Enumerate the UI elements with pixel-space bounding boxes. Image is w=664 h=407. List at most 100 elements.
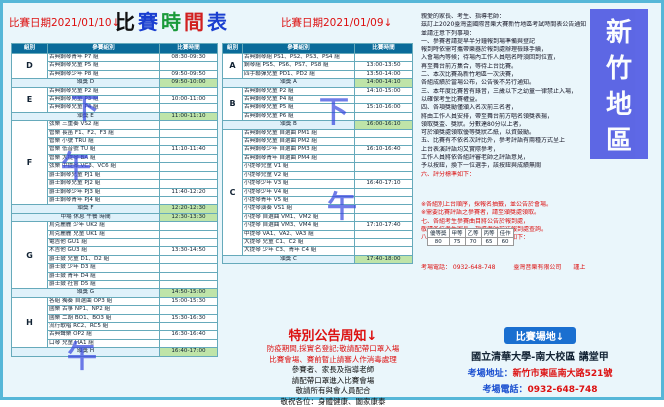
time-cell: [160, 339, 218, 347]
category-cell: 烏克麗麗 兒童 UK1 組: [48, 230, 160, 238]
time-cell: [160, 87, 218, 95]
time-cell: [160, 138, 218, 146]
time-cell: [160, 323, 218, 331]
category-cell: 古典鋼琴組 PS1、PS2、PS3、PS4 組: [243, 54, 355, 62]
category-cell: 古典鋼琴兒童 P5 組: [243, 104, 355, 112]
category-cell: 古典鋼琴兒童 自選曲 PM1 組: [243, 129, 355, 137]
time-cell: [355, 230, 413, 238]
table-row: 小提琴少年 V3 組16:40-17:10: [223, 180, 413, 188]
time-cell: [160, 272, 218, 280]
category-cell: 古典鋼琴少年 自選曲 PM3 組: [243, 146, 355, 154]
time-cell: 16:40-17:10: [355, 180, 413, 188]
score-grade: 丙等: [481, 229, 497, 238]
group-cell: G: [12, 222, 48, 289]
category-cell: 古典鋼琴兒童 P6 組: [243, 112, 355, 120]
category-cell: 爵士鋼琴青年 PJ4 組: [48, 196, 160, 204]
notice-line: 防疫期間,採實名登記;敬請配帶口罩入場: [255, 344, 411, 355]
title-char: 時: [161, 6, 184, 35]
date-right: 比賽日期2021/01/09↓: [281, 9, 392, 35]
category-cell: 古典鋼琴青年 自選曲 PM4 組: [243, 154, 355, 162]
category-cell: 口琴 兒童 HA1 組: [48, 339, 160, 347]
category-cell: 小提琴演奏 VS1 組: [243, 205, 355, 213]
award-time: 11:00-11:10: [160, 112, 218, 120]
phone-value: 0932-648-748: [527, 385, 597, 395]
award-label: 頒獎 A: [223, 79, 355, 87]
table-row: 小提琴 自選曲 VM3、VM4 組17:10-17:40: [223, 222, 413, 230]
time-cell: [355, 54, 413, 62]
category-cell: 國樂 古箏 NP1、NP2 組: [48, 306, 160, 314]
table-row: 小提琴兒童 V2 組: [223, 171, 413, 179]
time-cell: [355, 213, 413, 221]
notice-line: 請配帶口罩進入比賽會場: [255, 376, 411, 387]
table-row: B古典鋼琴兒童 P2 組14:10-15:00: [223, 87, 413, 95]
stamp-char: 地: [590, 87, 648, 123]
time-cell: [160, 280, 218, 288]
award-time: 14:50-15:00: [160, 289, 218, 297]
table-row: 大提琴 兒童 C1、C2 組: [223, 238, 413, 246]
award-row: 頒獎 H16:40-17:00: [12, 348, 218, 356]
time-cell: 16:10-16:40: [355, 146, 413, 154]
score-grade: 乙等: [465, 229, 481, 238]
time-cell: 13:30-14:50: [160, 247, 218, 255]
time-cell: [160, 154, 218, 162]
notice-item: 七、各組考生參賽曲目將公告於報到處，: [421, 218, 657, 226]
category-cell: 大提琴 兒童 C1、C2 組: [243, 238, 355, 246]
time-cell: [160, 180, 218, 188]
category-cell: 小提琴少年 V4 組: [243, 188, 355, 196]
time-cell: 17:10-17:40: [355, 222, 413, 230]
stamp-char: 新: [590, 15, 648, 51]
title-char: 比: [115, 6, 138, 35]
time-cell: [355, 163, 413, 171]
category-cell: 小提琴兒童 V2 組: [243, 171, 355, 179]
table-row: D古典鋼琴青年 P7 組08:30-09:30: [12, 54, 218, 62]
notice-item: 六、評分標準如下：: [421, 171, 657, 179]
time-cell: [160, 196, 218, 204]
group-cell: D: [12, 54, 48, 79]
score-standard-table: 優等獎甲等乙等丙等佳作8075706560: [427, 228, 514, 246]
time-cell: 08:30-09:30: [160, 54, 218, 62]
group-cell: H: [12, 297, 48, 347]
table-row: 小提琴演奏 VS1 組: [223, 205, 413, 213]
award-label: 頒獎 G: [12, 289, 160, 297]
table-row: 中提琴 VA1、VA2、VA3 組: [223, 230, 413, 238]
time-cell: [160, 62, 218, 70]
time-cell: [355, 196, 413, 204]
category-cell: 爵士鋼琴少年 PJ3 組: [48, 188, 160, 196]
score-value: 80: [428, 238, 450, 246]
award-row: 中場 休息 午餐 時間12:30-13:30: [12, 213, 218, 221]
group-cell: A: [223, 54, 243, 79]
notice-item: ※各組別上台順序，採報名抽籤，並公告於會場。: [421, 201, 657, 209]
category-cell: 弦樂 三重奏 VS2 組: [48, 121, 160, 129]
category-cell: 木吉他 GU3 組: [48, 247, 160, 255]
score-grade: 甲等: [449, 229, 465, 238]
time-cell: 16:30-16:40: [160, 331, 218, 339]
score-value: 70: [465, 238, 481, 246]
col-header-group: 組別: [12, 44, 48, 54]
category-cell: 古典鋼琴兒童 P3 組: [48, 96, 160, 104]
time-cell: [355, 129, 413, 137]
schedule-table-jan10: 組別 參賽組別 比賽時間 D古典鋼琴青年 P7 組08:30-09:30古典鋼琴…: [11, 43, 218, 357]
table-row: 古典鋼琴兒童 P4 組: [223, 96, 413, 104]
col-header-group: 組別: [223, 44, 243, 54]
time-cell: [160, 104, 218, 112]
region-stamp: 新竹地區: [590, 9, 648, 159]
venue-box: 比賽場地↓ 國立清華大學-南大校區 講堂甲 考場地址：新竹市東區南大路521號 …: [421, 325, 659, 397]
table-row: E古典鋼琴兒童 P2 組: [12, 87, 218, 95]
time-cell: [355, 96, 413, 104]
table-row: 古典鋼琴兒童 P6 組: [223, 112, 413, 120]
table-row: 鋼琴組 PS5、PS6、PS7、PS8 組13:00-13:50: [223, 62, 413, 70]
group-cell: F: [12, 121, 48, 205]
category-cell: 古典鋼琴兒童 P4 組: [48, 104, 160, 112]
time-cell: [355, 171, 413, 179]
category-cell: 小提琴青年 V5 組: [243, 196, 355, 204]
category-cell: 爵士鼓 社會 D5 組: [48, 280, 160, 288]
category-cell: 管樂 大提琴 BA 組: [48, 154, 160, 162]
table-row: 古典鋼琴青年 自選曲 PM4 組: [223, 154, 413, 162]
address-label: 考場地址：: [468, 369, 513, 379]
time-cell: [355, 247, 413, 255]
category-cell: 小提琴 自選曲 VM3、VM4 組: [243, 222, 355, 230]
time-cell: 13:00-13:50: [355, 62, 413, 70]
stamp-char: 竹: [590, 51, 648, 87]
award-time: 09:50-10:00: [160, 79, 218, 87]
time-cell: [160, 230, 218, 238]
